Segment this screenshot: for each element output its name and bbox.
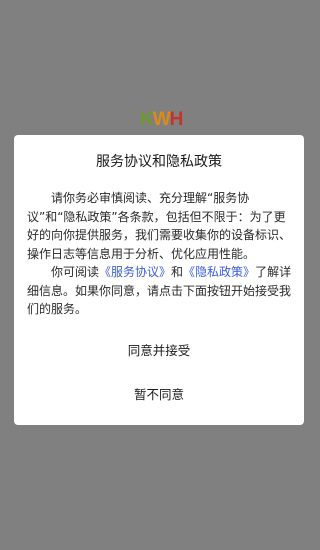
logo-letter-w: W <box>152 109 171 130</box>
disagree-button[interactable]: 暂不同意 <box>14 378 304 412</box>
privacy-dialog: 服务协议和隐私政策 请你务必审慎阅读、充分理解“服务协议”和“隐私政策”各条款，… <box>14 135 304 425</box>
dialog-body: 请你务必审慎阅读、充分理解“服务协议”和“隐私政策”各条款，包括但不限于：为了更… <box>27 189 293 319</box>
links-middle-text: 和 <box>171 265 184 279</box>
dialog-paragraph-links: 你可阅读《服务协议》和《隐私政策》了解详细信息。如果你同意，请点击下面按钮开始接… <box>27 263 293 319</box>
logo-letter-h: H <box>169 109 184 130</box>
app-logo: KWH <box>140 109 184 131</box>
dialog-title: 服务协议和隐私政策 <box>96 154 222 170</box>
privacy-policy-link[interactable]: 《隐私政策》 <box>183 265 255 279</box>
service-agreement-link[interactable]: 《服务协议》 <box>99 265 171 279</box>
logo-letter-k: K <box>140 109 154 130</box>
dialog-paragraph-intro: 请你务必审慎阅读、充分理解“服务协议”和“隐私政策”各条款，包括但不限于：为了更… <box>27 191 292 261</box>
agree-button[interactable]: 同意并接受 <box>14 334 304 368</box>
links-prefix-text: 你可阅读 <box>51 265 100 279</box>
